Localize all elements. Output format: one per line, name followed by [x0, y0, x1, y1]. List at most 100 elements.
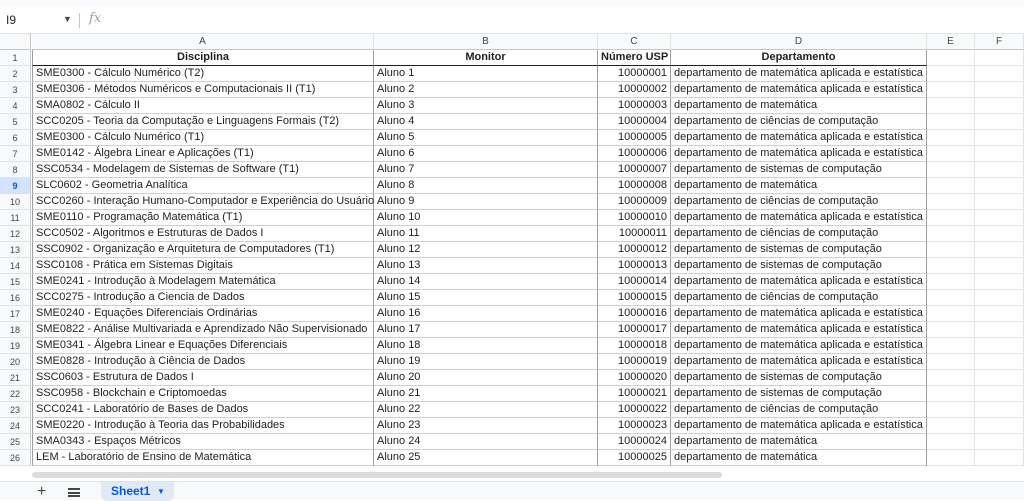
table-cell[interactable] [975, 210, 1024, 226]
row-header[interactable]: 7 [0, 146, 31, 162]
table-cell[interactable]: 10000007 [598, 162, 671, 178]
table-cell[interactable]: Aluno 2 [374, 82, 598, 98]
table-cell[interactable]: 10000018 [598, 338, 671, 354]
table-cell[interactable] [975, 258, 1024, 274]
row-header[interactable]: 12 [0, 226, 31, 242]
menu-icon[interactable] [68, 488, 80, 497]
table-cell[interactable]: Aluno 14 [374, 274, 598, 290]
column-header-b[interactable]: B [374, 34, 598, 50]
table-cell[interactable] [927, 370, 975, 386]
table-cell[interactable]: departamento de matemática aplicada e es… [671, 418, 927, 434]
table-cell[interactable] [975, 338, 1024, 354]
table-cell[interactable]: Aluno 22 [374, 402, 598, 418]
table-cell[interactable]: departamento de ciências de computação [671, 290, 927, 306]
table-cell[interactable]: SME0300 - Cálculo Numérico (T1) [32, 130, 374, 146]
row-header[interactable]: 20 [0, 354, 31, 370]
formula-input[interactable] [110, 9, 1010, 31]
column-header-f[interactable]: F [975, 34, 1024, 50]
table-cell[interactable] [975, 194, 1024, 210]
table-cell[interactable]: 10000004 [598, 114, 671, 130]
table-cell[interactable]: departamento de matemática [671, 450, 927, 466]
table-cell[interactable]: SCC0275 - Introdução a Ciencia de Dados [32, 290, 374, 306]
table-cell[interactable] [975, 434, 1024, 450]
table-cell[interactable] [927, 290, 975, 306]
table-cell[interactable]: Aluno 21 [374, 386, 598, 402]
table-cell[interactable]: 10000016 [598, 306, 671, 322]
row-header[interactable]: 15 [0, 274, 31, 290]
row-header[interactable]: 21 [0, 370, 31, 386]
table-cell[interactable] [927, 82, 975, 98]
table-cell[interactable] [927, 402, 975, 418]
table-cell[interactable] [927, 258, 975, 274]
table-cell[interactable]: SCC0241 - Laboratório de Bases de Dados [32, 402, 374, 418]
row-header[interactable]: 16 [0, 290, 31, 306]
table-cell[interactable] [927, 130, 975, 146]
table-cell[interactable] [927, 242, 975, 258]
table-cell[interactable]: departamento de matemática aplicada e es… [671, 354, 927, 370]
table-cell[interactable] [975, 322, 1024, 338]
table-cell[interactable]: departamento de sistemas de computação [671, 370, 927, 386]
table-cell[interactable]: 10000014 [598, 274, 671, 290]
header-cell[interactable]: Disciplina [32, 50, 374, 66]
table-cell[interactable]: SME0220 - Introdução à Teoria das Probab… [32, 418, 374, 434]
table-cell[interactable]: departamento de ciências de computação [671, 194, 927, 210]
table-cell[interactable]: departamento de ciências de computação [671, 402, 927, 418]
table-cell[interactable]: SMA0802 - Cálculo II [32, 98, 374, 114]
table-cell[interactable]: SME0240 - Equações Diferenciais Ordinári… [32, 306, 374, 322]
table-cell[interactable]: SCC0260 - Interação Humano-Computador e … [32, 194, 374, 210]
table-cell[interactable] [927, 418, 975, 434]
header-cell[interactable] [975, 50, 1024, 66]
table-cell[interactable]: 10000013 [598, 258, 671, 274]
table-cell[interactable]: SCC0502 - Algoritmos e Estruturas de Dad… [32, 226, 374, 242]
row-header[interactable]: 24 [0, 418, 31, 434]
table-cell[interactable] [975, 386, 1024, 402]
table-cell[interactable]: departamento de ciências de computação [671, 226, 927, 242]
table-cell[interactable] [927, 146, 975, 162]
table-cell[interactable]: departamento de sistemas de computação [671, 258, 927, 274]
table-cell[interactable] [975, 242, 1024, 258]
header-cell[interactable]: Monitor [374, 50, 598, 66]
row-header[interactable]: 26 [0, 450, 31, 466]
table-cell[interactable]: departamento de matemática [671, 98, 927, 114]
table-cell[interactable] [927, 274, 975, 290]
table-cell[interactable] [975, 306, 1024, 322]
table-cell[interactable]: Aluno 8 [374, 178, 598, 194]
header-cell[interactable]: Número USP [598, 50, 671, 66]
table-cell[interactable]: 10000020 [598, 370, 671, 386]
table-cell[interactable]: SME0241 - Introdução à Modelagem Matemát… [32, 274, 374, 290]
table-cell[interactable]: departamento de ciências de computação [671, 114, 927, 130]
row-header[interactable]: 5 [0, 114, 31, 130]
chevron-down-icon[interactable]: ▼ [157, 482, 165, 501]
table-cell[interactable]: 10000021 [598, 386, 671, 402]
table-cell[interactable]: Aluno 3 [374, 98, 598, 114]
table-cell[interactable] [975, 354, 1024, 370]
plus-icon[interactable]: + [37, 482, 46, 501]
table-cell[interactable]: departamento de matemática aplicada e es… [671, 82, 927, 98]
table-cell[interactable]: 10000019 [598, 354, 671, 370]
table-cell[interactable]: Aluno 1 [374, 66, 598, 82]
table-cell[interactable] [975, 418, 1024, 434]
table-cell[interactable]: departamento de matemática [671, 434, 927, 450]
table-cell[interactable]: departamento de matemática aplicada e es… [671, 146, 927, 162]
table-cell[interactable]: Aluno 23 [374, 418, 598, 434]
column-header-a[interactable]: A [32, 34, 374, 50]
row-header[interactable]: 9 [0, 178, 31, 194]
table-cell[interactable]: departamento de matemática aplicada e es… [671, 130, 927, 146]
table-cell[interactable]: Aluno 4 [374, 114, 598, 130]
table-cell[interactable]: LEM - Laboratório de Ensino de Matemátic… [32, 450, 374, 466]
table-cell[interactable]: SMA0343 - Espaços Métricos [32, 434, 374, 450]
table-cell[interactable]: 10000015 [598, 290, 671, 306]
table-cell[interactable]: Aluno 7 [374, 162, 598, 178]
row-header[interactable]: 23 [0, 402, 31, 418]
table-cell[interactable]: departamento de matemática aplicada e es… [671, 322, 927, 338]
table-cell[interactable]: 10000012 [598, 242, 671, 258]
table-cell[interactable]: SSC0534 - Modelagem de Sistemas de Softw… [32, 162, 374, 178]
table-cell[interactable] [927, 210, 975, 226]
table-cell[interactable]: 10000003 [598, 98, 671, 114]
table-cell[interactable]: Aluno 13 [374, 258, 598, 274]
table-cell[interactable]: Aluno 25 [374, 450, 598, 466]
column-header-e[interactable]: E [927, 34, 975, 50]
table-cell[interactable]: SCC0205 - Teoria da Computação e Linguag… [32, 114, 374, 130]
table-cell[interactable] [975, 66, 1024, 82]
row-header[interactable]: 8 [0, 162, 31, 178]
